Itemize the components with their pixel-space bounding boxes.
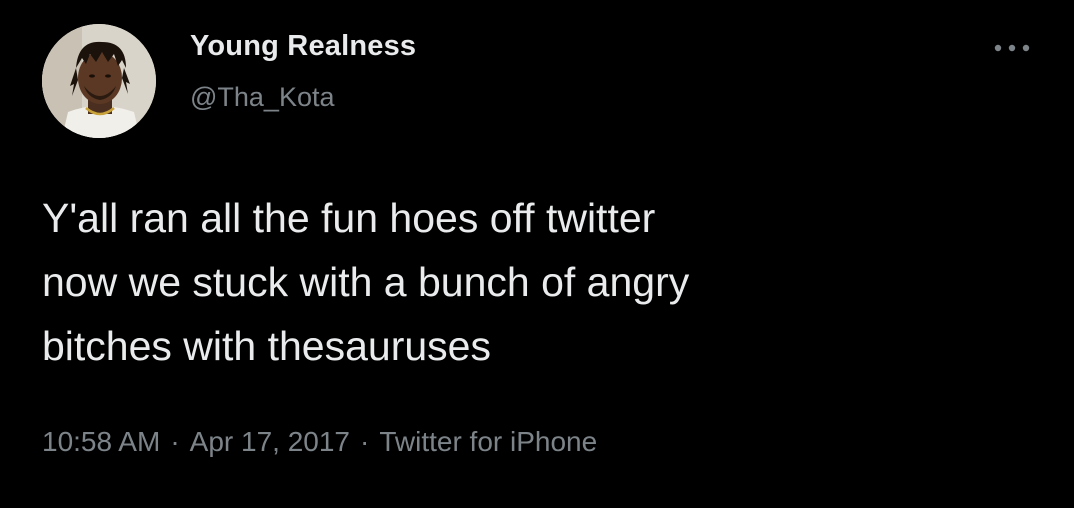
author-handle[interactable]: @Tha_Kota	[190, 82, 335, 113]
tweet-text-line: bitches with thesauruses	[42, 323, 491, 369]
more-options-button[interactable]	[984, 34, 1040, 62]
meta-separator: ·	[170, 426, 180, 457]
tweet-source-link[interactable]: Twitter for iPhone	[379, 426, 597, 457]
tweet-text: Y'all ran all the fun hoes off twitter n…	[42, 186, 1042, 378]
profile-photo-icon	[42, 24, 156, 138]
author-name[interactable]: Young Realness	[190, 30, 416, 63]
tweet-card: Young Realness @Tha_Kota Y'all ran all t…	[0, 0, 1074, 508]
tweet-text-line: now we stuck with a bunch of angry	[42, 259, 690, 305]
tweet-metadata: 10:58 AM · Apr 17, 2017 · Twitter for iPhone	[42, 426, 597, 458]
tweet-time[interactable]: 10:58 AM	[42, 426, 160, 457]
tweet-date[interactable]: Apr 17, 2017	[190, 426, 350, 457]
avatar[interactable]	[42, 24, 156, 138]
more-horizontal-icon	[994, 44, 1030, 52]
meta-separator: ·	[359, 426, 370, 457]
tweet-text-line: Y'all ran all the fun hoes off twitter	[42, 195, 656, 241]
